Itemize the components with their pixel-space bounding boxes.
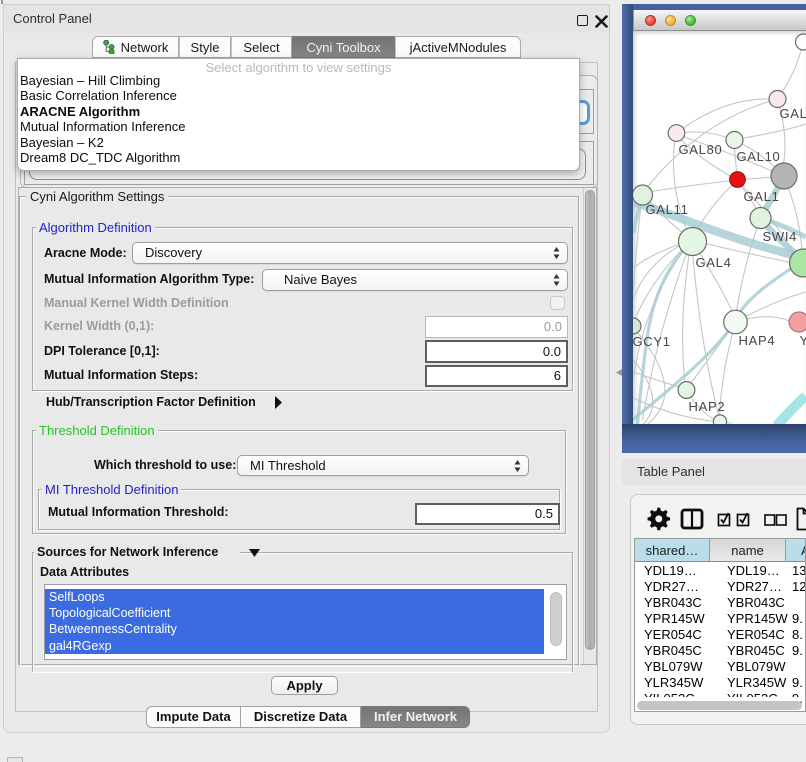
- svg-text:SWI4: SWI4: [763, 229, 798, 244]
- svg-text:GAL10: GAL10: [737, 149, 781, 164]
- svg-text:HAP4: HAP4: [739, 333, 776, 348]
- svg-text:YJ: YJ: [800, 333, 806, 348]
- svg-text:GAL7: GAL7: [780, 106, 806, 121]
- svg-text:GCY1: GCY1: [633, 334, 671, 349]
- svg-text:GAL80: GAL80: [679, 142, 723, 157]
- svg-text:HAP2: HAP2: [689, 399, 726, 414]
- svg-text:GAL1: GAL1: [744, 189, 780, 204]
- svg-text:GAL4: GAL4: [696, 255, 732, 270]
- svg-text:GAL11: GAL11: [646, 202, 689, 217]
